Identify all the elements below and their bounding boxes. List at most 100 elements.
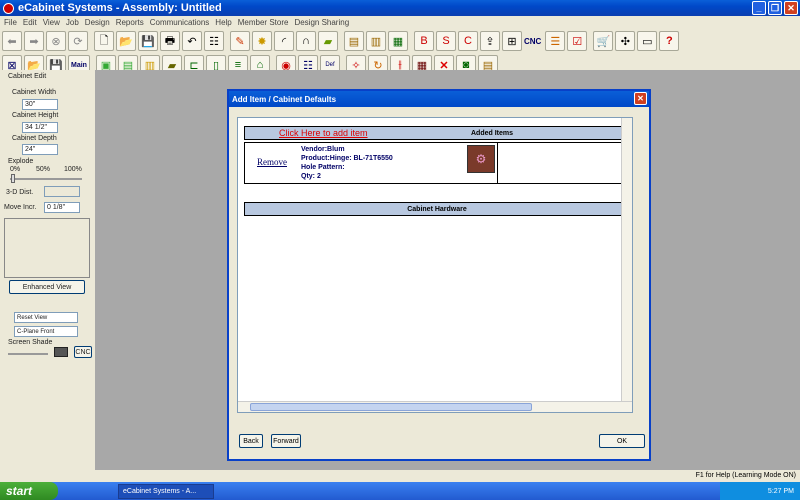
menu-communications[interactable]: Communications (150, 18, 210, 27)
menu-member-store[interactable]: Member Store (238, 18, 289, 27)
cabinet-width-label: Cabinet Width (12, 89, 56, 96)
add-item-link[interactable]: Click Here to add item (279, 128, 469, 138)
toolbar-top: ⬅ ➡ ⊗ ⟳ 🗋 📂 💾 🖶 ↶ ☷ ✎ ✸ ◜ ∩ ▰ ▤ ▥ ▦ B S … (0, 29, 800, 53)
menu-help[interactable]: Help (215, 18, 231, 27)
ok-button[interactable]: OK (599, 434, 645, 448)
menu-edit[interactable]: Edit (23, 18, 37, 27)
help-icon[interactable]: ? (659, 31, 680, 51)
material-icon[interactable]: ▰ (318, 31, 338, 51)
open-folder-icon[interactable]: 📂 (116, 31, 136, 51)
3d-dist-label: 3-D Dist. (6, 189, 34, 196)
cabinet-hardware-header: Cabinet Hardware (407, 205, 467, 213)
menu-design[interactable]: Design (85, 18, 110, 27)
horizontal-scroll-thumb[interactable] (250, 403, 532, 411)
item-vendor: Vendor:Blum (301, 146, 345, 153)
forward-button[interactable]: Forward (271, 434, 301, 448)
explode-tick-0: 0% (10, 166, 21, 173)
back-button[interactable]: Back (239, 434, 263, 448)
monitor-icon[interactable]: ▭ (637, 31, 658, 51)
back-arrow-icon[interactable]: ⬅ (2, 31, 22, 51)
added-items-header-row: Click Here to add item Added Items (244, 126, 630, 140)
taskbar: start eCabinet Systems - A... 5:27 PM (0, 482, 800, 500)
reset-view-select[interactable]: Reset View (14, 312, 78, 323)
cnc-button[interactable]: CNC (74, 346, 92, 358)
menu-reports[interactable]: Reports (116, 18, 144, 27)
app-icon (3, 2, 14, 14)
menu-job[interactable]: Job (66, 18, 79, 27)
menu-design-sharing[interactable]: Design Sharing (294, 18, 349, 27)
cabinet-depth-label: Cabinet Depth (12, 135, 57, 142)
cnc-toolbar-label[interactable]: CNC (524, 37, 541, 46)
layers-icon[interactable]: ☰ (545, 31, 566, 51)
menu-view[interactable]: View (43, 18, 60, 27)
remove-link[interactable]: Remove (257, 157, 287, 167)
explode-slider[interactable] (10, 178, 82, 180)
explode-tick-50: 50% (36, 166, 51, 173)
added-items-header: Added Items (471, 129, 514, 137)
highlight-icon[interactable]: ✸ (252, 31, 272, 51)
status-help-text: F1 for Help (Learning Mode ON) (695, 472, 796, 479)
cabinet-icon[interactable]: ▤ (344, 31, 364, 51)
cabinet-hardware-header-row: Cabinet Hardware (244, 202, 630, 216)
dialog-title: Add Item / Cabinet Defaults (232, 94, 337, 104)
tray-clock[interactable]: 5:27 PM (768, 488, 794, 495)
vertical-scrollbar[interactable] (621, 118, 632, 403)
cplane-select[interactable]: C-Plane Front (14, 326, 78, 337)
status-bar: F1 for Help (Learning Mode ON) (0, 470, 800, 482)
refresh-icon[interactable]: ⟳ (68, 31, 88, 51)
upload-icon[interactable]: ⇪ (480, 31, 500, 51)
report-s-icon[interactable]: S (436, 31, 456, 51)
cabinet-edit-panel: Cabinet Edit Cabinet Width 30" Cabinet H… (0, 70, 94, 470)
3d-dist-input (44, 186, 80, 197)
screen-shade-label: Screen Shade (8, 339, 53, 346)
cabinet-width-input[interactable]: 30" (22, 99, 58, 110)
enhanced-view-button[interactable]: Enhanced View (9, 280, 85, 294)
cabinet-height-input[interactable]: 34 1/2" (22, 122, 58, 133)
print-icon[interactable]: 🖶 (160, 31, 180, 51)
item-qty: Qty: 2 (301, 173, 321, 180)
app-titlebar: eCabinet Systems - Assembly: Untitled _ … (0, 0, 800, 16)
explode-label: Explode (8, 158, 34, 165)
minimize-button[interactable]: _ (752, 1, 766, 15)
explode-slider-thumb[interactable] (11, 174, 15, 183)
move-incr-input[interactable]: 0 1/8" (44, 202, 80, 213)
save-icon[interactable]: 💾 (138, 31, 158, 51)
move-incr-label: Move Incr. (4, 204, 37, 211)
settings-icon[interactable]: ☷ (204, 31, 224, 51)
undo-icon[interactable]: ↶ (182, 31, 202, 51)
item-hole-pattern: Hole Pattern: (301, 164, 345, 171)
arch-icon[interactable]: ∩ (296, 31, 316, 51)
new-document-icon[interactable]: 🗋 (94, 31, 114, 51)
dialog-close-button[interactable]: ✕ (634, 92, 647, 105)
horizontal-scrollbar[interactable] (238, 401, 632, 412)
added-item-row: Remove Vendor:Blum Product:Hinge: BL-71T… (244, 142, 630, 184)
checklist-icon[interactable]: ☑ (567, 31, 588, 51)
curve-icon[interactable]: ◜ (274, 31, 294, 51)
cabinet-height-label: Cabinet Height (12, 112, 59, 119)
screen-shade-slider[interactable] (8, 353, 48, 355)
dialog-content: Click Here to add item Added Items Remov… (237, 117, 633, 413)
add-item-dialog: Add Item / Cabinet Defaults ✕ Click Here… (227, 89, 651, 461)
taskbar-app-button[interactable]: eCabinet Systems - A... (118, 483, 214, 499)
cabinet-group-icon[interactable]: ▥ (366, 31, 386, 51)
start-button[interactable]: start (0, 482, 58, 500)
menu-file[interactable]: File (4, 18, 17, 27)
report-b-icon[interactable]: B (414, 31, 434, 51)
grid-icon[interactable]: ▦ (388, 31, 408, 51)
chart-icon[interactable]: ⊞ (502, 31, 522, 51)
menu-bar: File Edit View Job Design Reports Commun… (0, 16, 800, 28)
cabinet-edit-title: Cabinet Edit (8, 73, 47, 80)
forward-arrow-icon[interactable]: ➡ (24, 31, 44, 51)
preview-box (4, 218, 90, 278)
report-c-icon[interactable]: C (458, 31, 478, 51)
screen-shade-swatch[interactable] (54, 347, 68, 357)
network-icon[interactable]: ✣ (615, 31, 636, 51)
restore-button[interactable]: ❐ (768, 1, 782, 15)
explode-tick-100: 100% (64, 166, 82, 173)
dialog-titlebar: Add Item / Cabinet Defaults ✕ (229, 91, 649, 107)
cart-icon[interactable]: 🛒 (593, 31, 614, 51)
paint-icon[interactable]: ✎ (230, 31, 250, 51)
cabinet-depth-input[interactable]: 24" (22, 144, 58, 155)
stop-icon[interactable]: ⊗ (46, 31, 66, 51)
close-button[interactable]: ✕ (784, 1, 798, 15)
